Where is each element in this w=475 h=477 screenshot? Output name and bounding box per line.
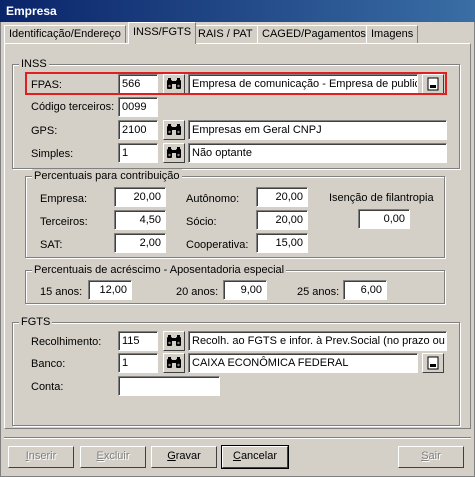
simples-description-field[interactable]: Não optante: [188, 143, 447, 163]
autonomo-label: Autônomo:: [186, 193, 240, 205]
fpas-description-field[interactable]: Empresa de comunicação - Empresa de publ…: [188, 74, 418, 94]
recolhimento-label: Recolhimento:: [31, 336, 102, 348]
anos15-input[interactable]: 12,00: [88, 280, 132, 300]
conta-input[interactable]: [118, 376, 220, 396]
document-icon: [427, 356, 439, 370]
fpas-detail-button[interactable]: [422, 74, 444, 94]
fpas-code-input[interactable]: 566: [118, 74, 158, 94]
sair-button[interactable]: Sair: [398, 446, 464, 468]
cooperativa-input[interactable]: 15,00: [256, 233, 308, 253]
sat-input[interactable]: 2,00: [114, 233, 166, 253]
gps-label: GPS:: [31, 125, 58, 137]
empresa-label: Empresa:: [40, 193, 88, 205]
anos20-label: 20 anos:: [176, 286, 219, 298]
binoculars-icon: [167, 147, 181, 158]
banco-description-field[interactable]: CAIXA ECONÔMICA FEDERAL: [188, 353, 418, 373]
inserir-label: nserir: [28, 450, 57, 462]
cancelar-label: ancelar: [240, 450, 278, 462]
banco-detail-button[interactable]: [422, 353, 444, 373]
autonomo-input[interactable]: 20,00: [256, 187, 308, 207]
binoculars-icon: [167, 78, 181, 89]
inss-group-label: INSS: [19, 57, 49, 71]
recolhimento-code-input[interactable]: 115: [118, 331, 158, 351]
simples-label: Simples:: [31, 148, 74, 160]
isencao-input[interactable]: 0,00: [358, 209, 410, 229]
socio-label: Sócio:: [186, 216, 217, 228]
fpas-label: FPAS:: [31, 79, 62, 91]
terceiros-label: Terceiros:: [40, 216, 88, 228]
gps-code-input[interactable]: 2100: [118, 120, 158, 140]
document-icon: [427, 77, 439, 91]
acrescimo-group-label: Percentuais de acréscimo - Aposentadoria…: [32, 263, 287, 277]
simples-code-input[interactable]: 1: [118, 143, 158, 163]
fgts-group-label: FGTS: [19, 315, 53, 329]
anos25-label: 25 anos:: [297, 286, 340, 298]
anos25-input[interactable]: 6,00: [343, 280, 387, 300]
gps-search-button[interactable]: [163, 120, 185, 140]
terceiros-input[interactable]: 4,50: [114, 210, 166, 230]
sair-label: air: [428, 450, 441, 462]
sair-accel: S: [421, 450, 429, 462]
conta-label: Conta:: [31, 381, 64, 393]
codigo-terceiros-input[interactable]: 0099: [118, 97, 158, 117]
cancelar-button[interactable]: Cancelar: [221, 445, 289, 469]
percentuais-group-label: Percentuais para contribuição: [32, 169, 182, 183]
inserir-button[interactable]: Inserir: [8, 446, 74, 468]
cooperativa-label: Cooperativa:: [186, 239, 249, 251]
excluir-button[interactable]: Excluir: [80, 446, 146, 468]
button-separator: [4, 437, 471, 439]
gravar-button[interactable]: Gravar: [151, 446, 217, 468]
codigo-terceiros-label: Código terceiros:: [31, 101, 115, 113]
anos15-label: 15 anos:: [40, 286, 83, 298]
excluir-accel: E: [96, 450, 104, 462]
fpas-search-button[interactable]: [163, 74, 185, 94]
excluir-label: xcluir: [103, 450, 130, 462]
binoculars-icon: [167, 124, 181, 135]
recolhimento-search-button[interactable]: [163, 331, 185, 351]
banco-search-button[interactable]: [163, 353, 185, 373]
banco-label: Banco:: [31, 358, 66, 370]
gps-description-field[interactable]: Empresas em Geral CNPJ: [188, 120, 447, 140]
sat-label: SAT:: [40, 239, 63, 251]
binoculars-icon: [167, 335, 181, 346]
binoculars-icon: [167, 357, 181, 368]
gravar-accel: G: [167, 450, 176, 462]
socio-input[interactable]: 20,00: [256, 210, 308, 230]
anos20-input[interactable]: 9,00: [223, 280, 267, 300]
gravar-label: ravar: [175, 450, 201, 462]
cancelar-accel: C: [232, 450, 241, 462]
banco-code-input[interactable]: 1: [118, 353, 158, 373]
empresa-input[interactable]: 20,00: [114, 187, 166, 207]
simples-search-button[interactable]: [163, 143, 185, 163]
recolhimento-description-field[interactable]: Recolh. ao FGTS e infor. à Prev.Social (…: [188, 331, 447, 351]
isencao-label: Isenção de filantropia: [329, 192, 434, 204]
